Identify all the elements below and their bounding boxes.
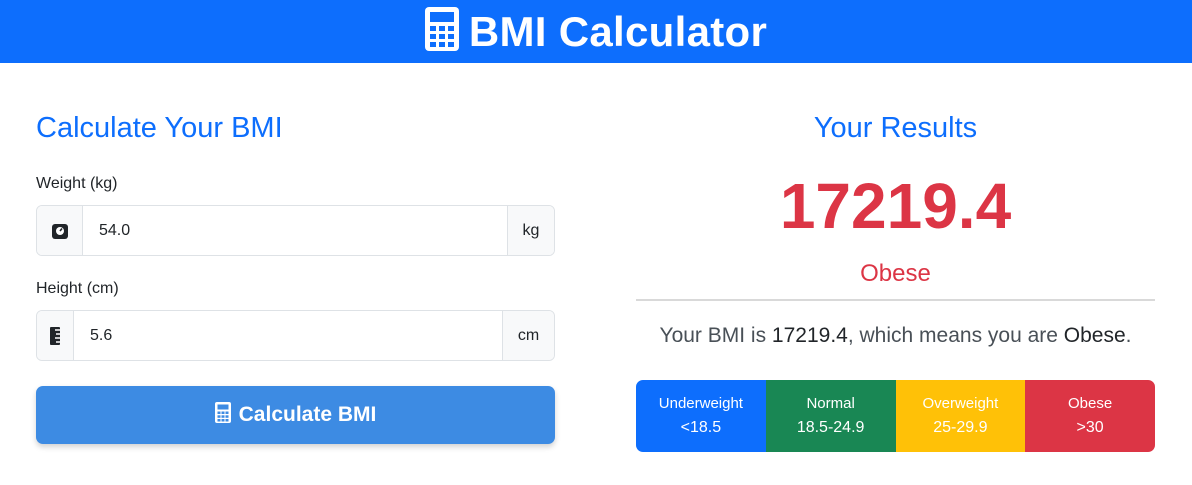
calculate-bmi-button[interactable]: Calculate BMI bbox=[36, 386, 555, 444]
calculator-icon bbox=[214, 401, 231, 429]
sentence-middle: , which means you are bbox=[847, 324, 1064, 347]
weight-input[interactable] bbox=[83, 206, 507, 255]
height-input[interactable] bbox=[74, 311, 502, 360]
scale-range: >30 bbox=[1076, 419, 1104, 436]
calculator-icon bbox=[424, 7, 459, 56]
scale-label: Underweight bbox=[658, 395, 743, 412]
sentence-bmi: 17219.4 bbox=[771, 324, 848, 347]
weight-input-group: kg bbox=[36, 205, 555, 256]
calculate-bmi-label: Calculate BMI bbox=[238, 403, 377, 426]
scale-underweight: Underweight <18.5 bbox=[636, 380, 766, 452]
height-label: Height (cm) bbox=[36, 280, 119, 297]
results-divider bbox=[636, 299, 1155, 301]
ruler-icon bbox=[37, 311, 74, 360]
sentence-category: Obese bbox=[1063, 324, 1126, 347]
weight-unit: kg bbox=[507, 206, 554, 255]
app-title: BMI Calculator bbox=[468, 7, 768, 55]
bmi-scale: Underweight <18.5 Normal 18.5-24.9 Overw… bbox=[636, 380, 1155, 452]
sentence-suffix: . bbox=[1125, 324, 1132, 347]
scale-label: Overweight bbox=[922, 395, 999, 412]
scale-label: Normal bbox=[806, 395, 855, 412]
header-inner: BMI Calculator bbox=[424, 7, 768, 56]
scale-range: 25-29.9 bbox=[933, 419, 988, 436]
bmi-category: Obese bbox=[860, 260, 931, 287]
scale-range: 18.5-24.9 bbox=[796, 419, 865, 436]
height-unit: cm bbox=[502, 311, 554, 360]
results-panel: Your Results 17219.4 Obese Your BMI is 1… bbox=[636, 100, 1155, 452]
weight-scale-icon bbox=[37, 206, 83, 255]
form-title: Calculate Your BMI bbox=[36, 112, 283, 144]
bmi-form: Calculate Your BMI Weight (kg) kg Height… bbox=[36, 100, 555, 444]
scale-obese: Obese >30 bbox=[1025, 380, 1155, 452]
scale-label: Obese bbox=[1068, 395, 1113, 412]
bmi-sentence: Your BMI is 17219.4, which means you are… bbox=[636, 320, 1155, 352]
scale-range: <18.5 bbox=[680, 419, 722, 436]
scale-overweight: Overweight 25-29.9 bbox=[895, 380, 1026, 452]
weight-label: Weight (kg) bbox=[36, 175, 118, 192]
results-title: Your Results bbox=[813, 112, 978, 144]
bmi-value: 17219.4 bbox=[779, 170, 1012, 242]
app-header: BMI Calculator bbox=[0, 0, 1192, 63]
sentence-prefix: Your BMI is bbox=[659, 324, 772, 347]
scale-normal: Normal 18.5-24.9 bbox=[765, 380, 896, 452]
height-input-group: cm bbox=[36, 310, 555, 361]
